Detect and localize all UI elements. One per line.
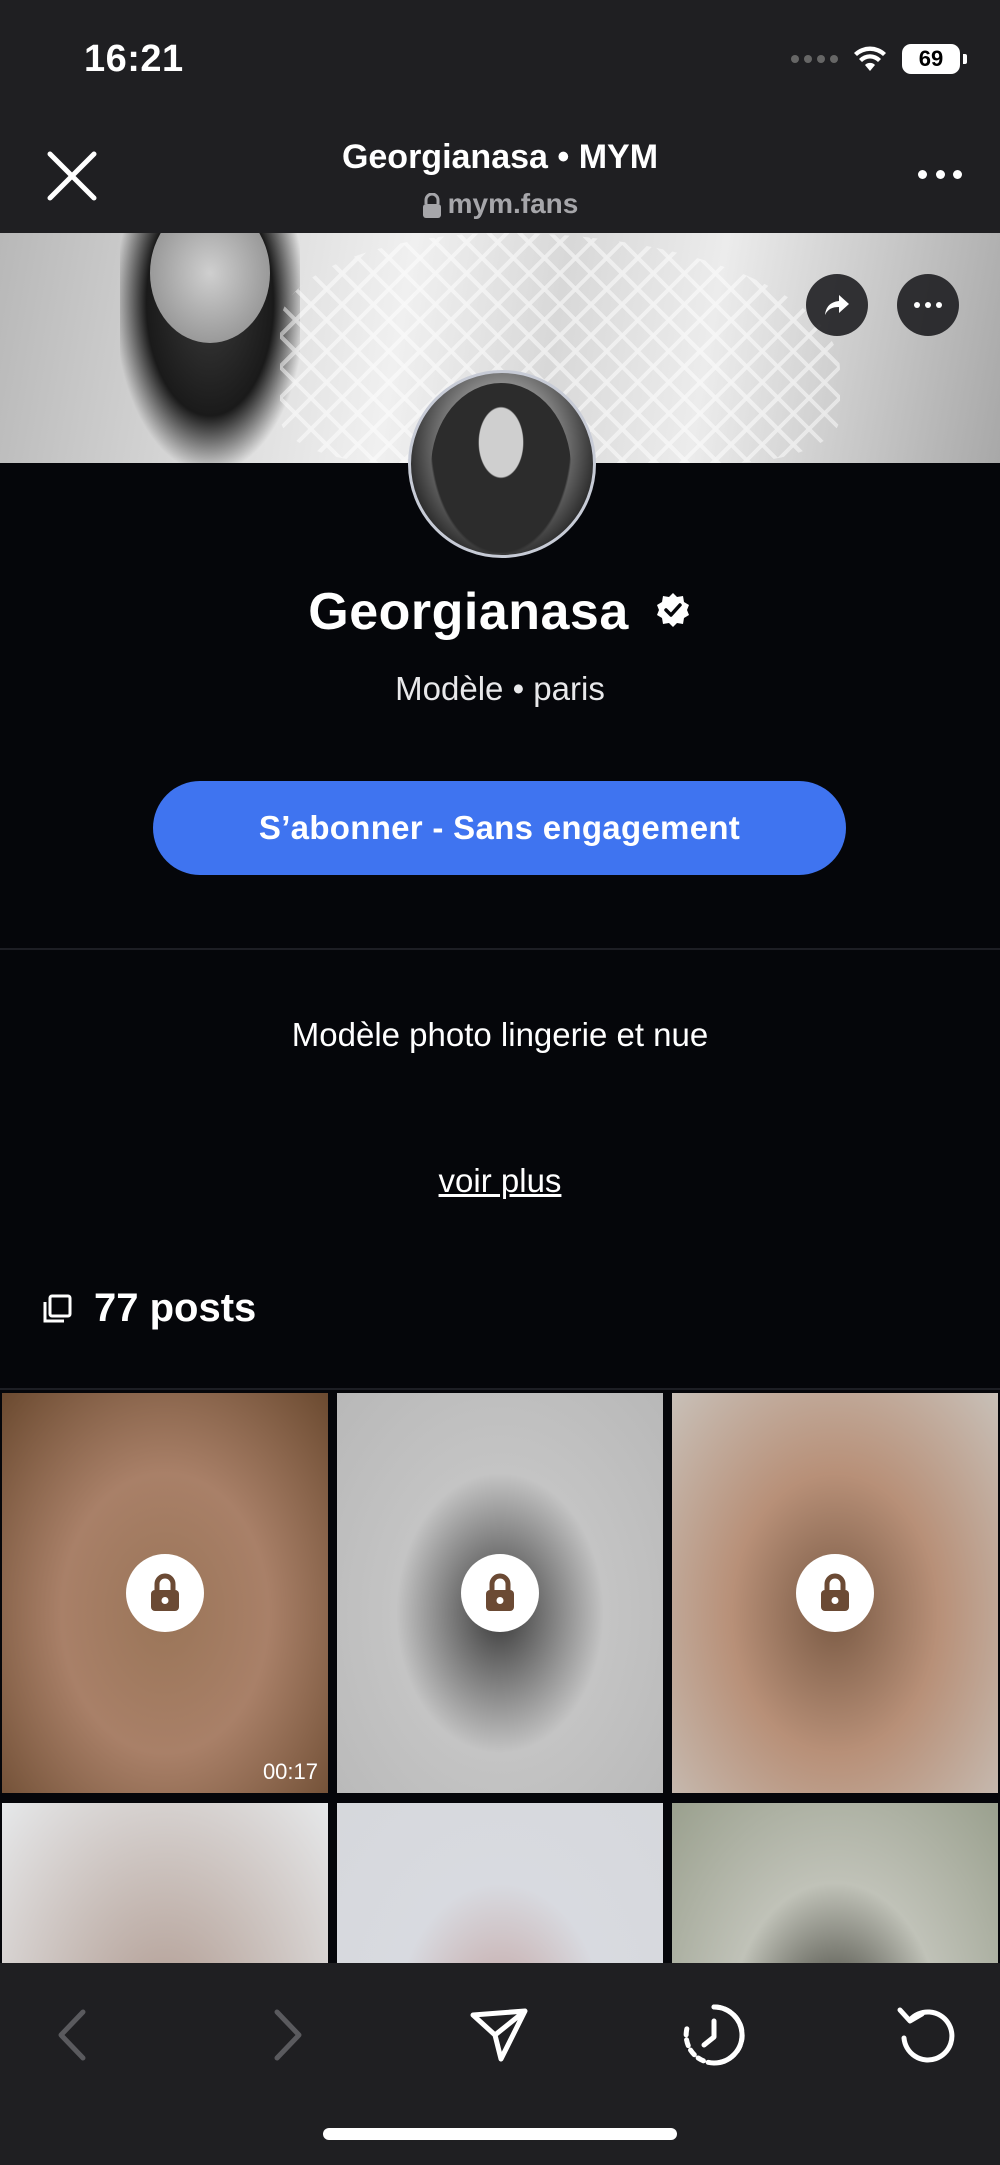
send-icon bbox=[470, 2008, 528, 2062]
wifi-icon bbox=[854, 46, 886, 71]
post-thumbnail[interactable] bbox=[337, 1393, 663, 1793]
back-button[interactable] bbox=[38, 2000, 108, 2070]
share-button[interactable] bbox=[806, 274, 868, 336]
battery-icon: 69 bbox=[902, 44, 967, 74]
video-duration: 00:17 bbox=[262, 1759, 318, 1784]
lock-icon bbox=[422, 192, 441, 218]
history-icon bbox=[683, 2004, 745, 2066]
subscribe-button[interactable]: S’abonner - Sans engagement bbox=[153, 781, 846, 875]
cellular-signal-icon bbox=[791, 55, 838, 63]
posts-grid: 00:17 bbox=[0, 1393, 1000, 1963]
reload-button[interactable] bbox=[892, 2000, 962, 2070]
url-label: mym.fans bbox=[0, 188, 1000, 220]
page-title: Georgianasa • MYM bbox=[341, 138, 659, 176]
verified-badge-icon bbox=[656, 593, 689, 628]
status-indicators: 69 bbox=[791, 44, 967, 74]
see-more-link[interactable]: voir plus bbox=[0, 1162, 1000, 1200]
locked-content-icon bbox=[126, 1554, 204, 1632]
more-options-icon[interactable] bbox=[918, 170, 962, 180]
post-thumbnail[interactable] bbox=[337, 1803, 663, 1963]
post-thumbnail[interactable] bbox=[672, 1803, 998, 1963]
posts-count: 77 posts bbox=[94, 1286, 257, 1330]
profile-more-button[interactable] bbox=[897, 274, 959, 336]
locked-content-icon bbox=[796, 1554, 874, 1632]
posts-count-row: 77 posts bbox=[42, 1286, 256, 1331]
avatar[interactable] bbox=[408, 370, 596, 558]
profile-name-row: Georgianasa bbox=[0, 582, 1000, 642]
reload-icon bbox=[897, 2007, 955, 2063]
post-thumbnail[interactable] bbox=[2, 1803, 328, 1963]
chevron-left-icon bbox=[58, 2009, 86, 2061]
post-thumbnail[interactable]: 00:17 bbox=[2, 1393, 328, 1793]
home-indicator bbox=[323, 2128, 677, 2140]
profile-name: Georgianasa bbox=[308, 583, 629, 641]
divider bbox=[0, 948, 1000, 950]
forward-button[interactable] bbox=[252, 2000, 322, 2070]
url-text: mym.fans bbox=[447, 188, 579, 219]
posts-icon bbox=[43, 1294, 72, 1322]
locked-content-icon bbox=[461, 1554, 539, 1632]
send-button[interactable] bbox=[464, 2000, 534, 2070]
share-icon bbox=[825, 295, 849, 315]
chevron-right-icon bbox=[274, 2009, 302, 2061]
history-button[interactable] bbox=[679, 2000, 749, 2070]
divider bbox=[0, 1388, 1000, 1390]
profile-bio: Modèle photo lingerie et nue bbox=[291, 1016, 709, 1053]
status-time: 16:21 bbox=[84, 38, 184, 80]
more-horizontal-icon bbox=[914, 302, 942, 308]
post-thumbnail[interactable] bbox=[672, 1393, 998, 1793]
profile-subtitle: Modèle • paris bbox=[395, 670, 605, 707]
